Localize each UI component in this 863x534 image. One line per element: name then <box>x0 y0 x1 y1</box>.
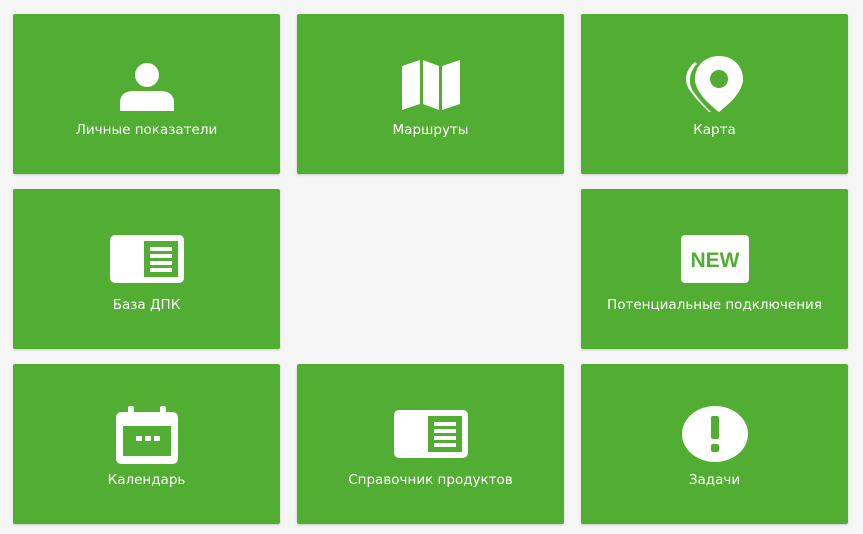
tile-product-directory[interactable]: Справочник продуктов <box>297 364 564 524</box>
card-list-icon <box>393 410 468 458</box>
tile-label: Потенциальные подключения <box>607 297 822 313</box>
tile-label: Задачи <box>688 472 741 488</box>
tile-calendar[interactable]: Календарь <box>13 364 280 524</box>
tile-label: Календарь <box>107 472 186 488</box>
card-list-icon <box>109 235 184 283</box>
tile-label: Справочник продуктов <box>348 472 513 488</box>
tile-potential-connections[interactable]: NEW Потенциальные подключения <box>581 189 848 349</box>
tile-personal-metrics[interactable]: Личные показатели <box>13 14 280 174</box>
tile-label: База ДПК <box>112 297 181 313</box>
tile-routes[interactable]: Маршруты <box>297 14 564 174</box>
map-pin-icon <box>685 56 743 112</box>
tile-label: Личные показатели <box>75 122 218 138</box>
exclamation-icon <box>681 406 748 462</box>
tile-tasks[interactable]: Задачи <box>581 364 848 524</box>
user-icon <box>119 63 174 111</box>
new-badge-text: NEW <box>690 249 739 272</box>
tile-dpk-base[interactable]: База ДПК <box>13 189 280 349</box>
tile-label: Карта <box>693 122 736 138</box>
map-icon <box>401 60 460 110</box>
tile-label: Маршруты <box>392 122 469 138</box>
tile-map[interactable]: Карта <box>581 14 848 174</box>
new-badge-icon: NEW <box>680 235 749 283</box>
main-menu-screen: Личные показатели Маршруты Карта База ДП… <box>0 0 863 534</box>
calendar-icon <box>115 406 178 464</box>
